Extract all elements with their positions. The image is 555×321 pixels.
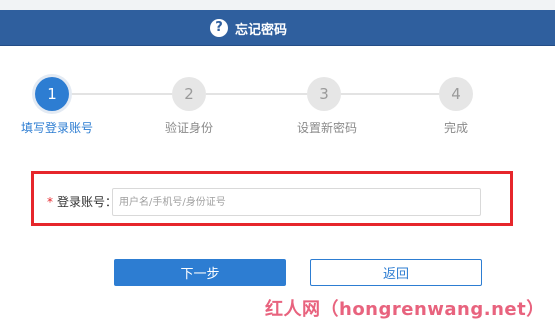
step-connector — [341, 93, 439, 95]
page-header: ? 忘记密码 — [0, 10, 555, 46]
page-title: 忘记密码 — [235, 22, 288, 38]
back-button[interactable]: 返回 — [310, 259, 482, 286]
top-strip — [0, 0, 555, 10]
step-2-label: 验证身份 — [164, 121, 213, 135]
required-mark: * — [47, 195, 53, 209]
step-4-label: 完成 — [443, 121, 468, 135]
header-title-group: ? 忘记密码 — [210, 18, 287, 38]
step-connector — [69, 93, 172, 95]
watermark: 红人网（hongrenwang.net） — [265, 299, 545, 320]
account-label-text: 登录账号： — [57, 195, 118, 209]
step-2-circle: 2 — [172, 77, 206, 111]
question-circle-icon: ? — [210, 19, 228, 37]
step-3-label: 设置新密码 — [296, 121, 357, 135]
step-3-circle: 3 — [307, 77, 341, 111]
step-1-label: 填写登录账号 — [20, 121, 93, 135]
account-input[interactable] — [112, 188, 481, 216]
next-button[interactable]: 下一步 — [114, 259, 286, 286]
step-4-circle: 4 — [439, 77, 473, 111]
step-connector — [206, 93, 307, 95]
account-label: * 登录账号： — [47, 193, 117, 210]
step-1-circle: 1 — [35, 77, 69, 111]
